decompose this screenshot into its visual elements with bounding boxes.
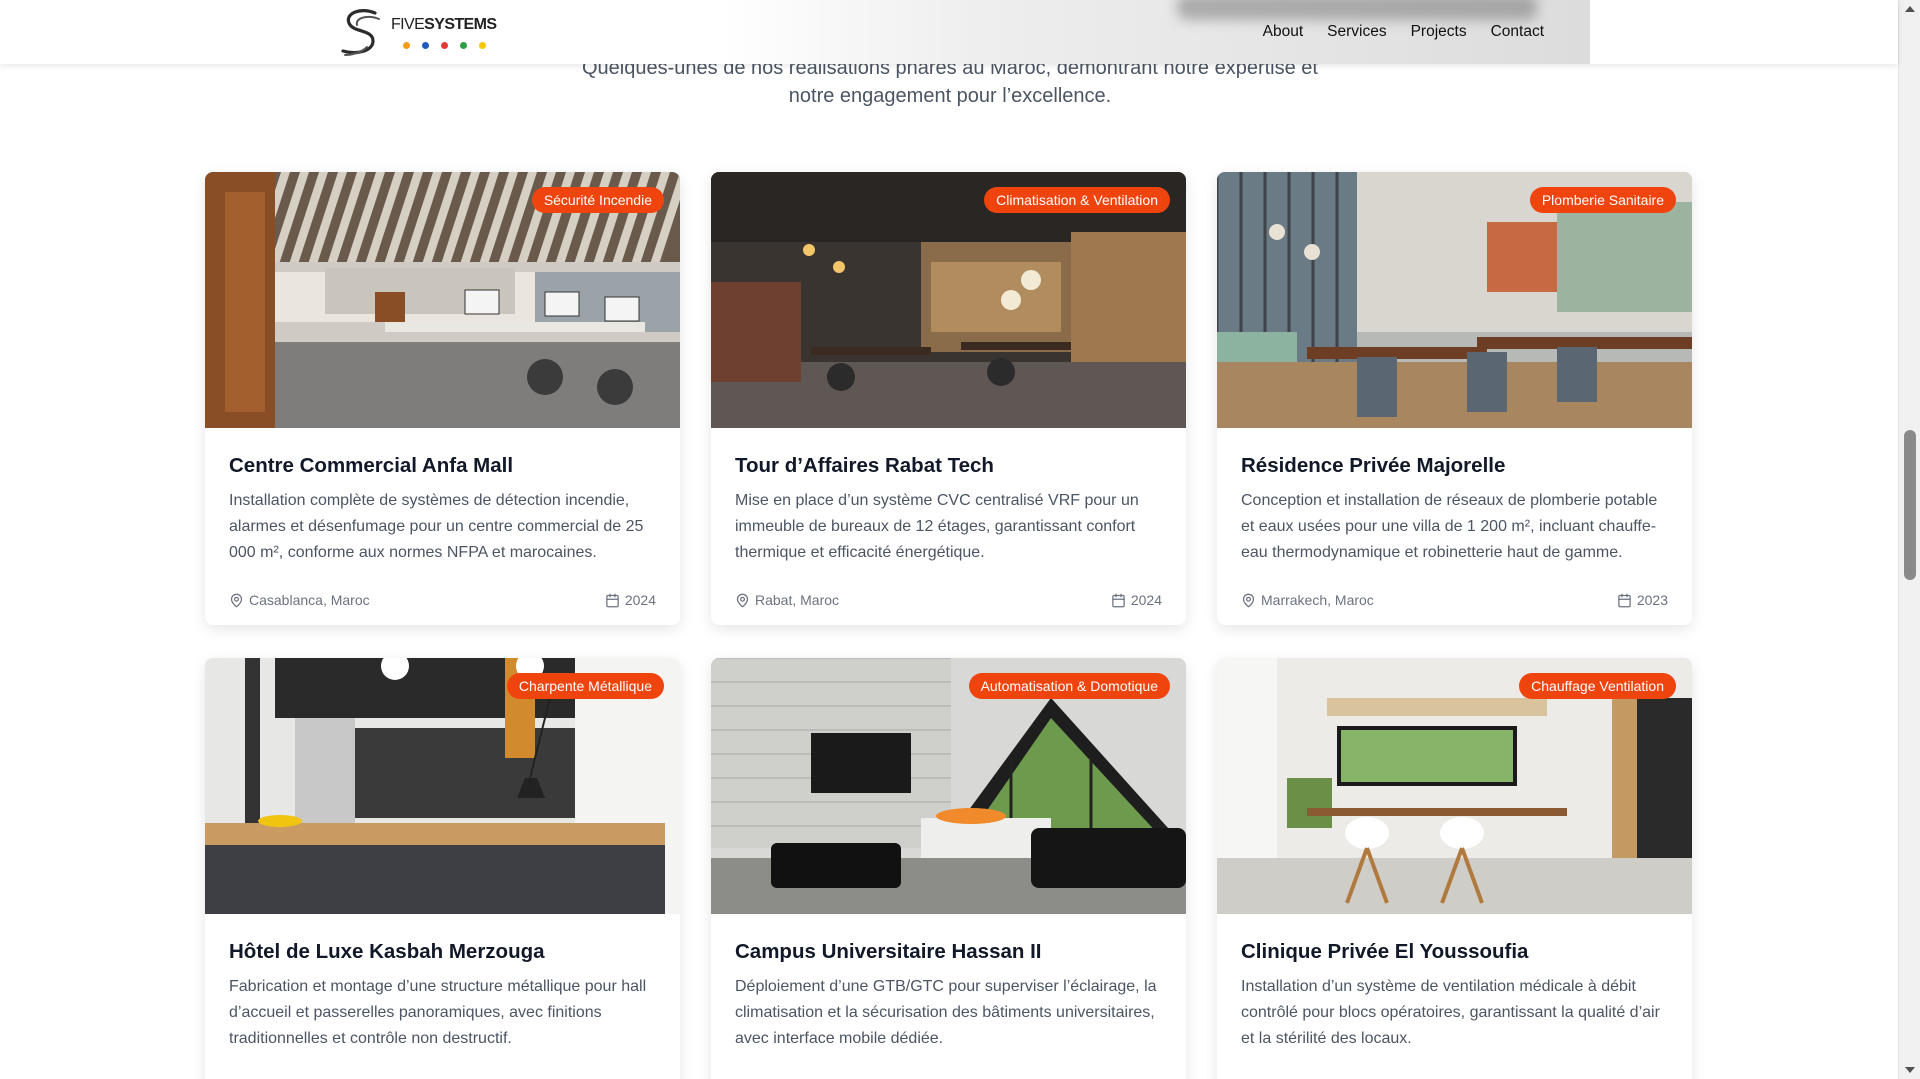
brand-name-bold: SYSTEMS: [424, 16, 497, 33]
card-body: Résidence Privée Majorelle Conception et…: [1217, 428, 1692, 608]
project-card-2[interactable]: Climatisation & Ventilation Tour d’Affai…: [711, 172, 1186, 625]
brand-dot-5: [479, 42, 486, 49]
project-year: 2024: [605, 592, 656, 608]
brand-name: FIVESYSTEMS: [391, 16, 497, 34]
project-card-4[interactable]: Charpente Métallique Hôtel de Luxe Kasba…: [205, 658, 680, 1079]
project-description: Fabrication et montage d’une structure m…: [229, 978, 647, 1047]
location-text: Rabat, Maroc: [755, 592, 840, 608]
map-pin-icon: [230, 593, 243, 607]
card-body: Hôtel de Luxe Kasbah Merzouga Fabricatio…: [205, 914, 680, 1079]
project-title: Résidence Privée Majorelle: [1241, 454, 1506, 477]
project-location: Casablanca, Maroc: [229, 592, 370, 608]
project-card-5[interactable]: Automatisation & Domotique Campus Univer…: [711, 658, 1186, 1079]
calendar-icon: [606, 593, 619, 607]
card-body: Centre Commercial Anfa Mall Installation…: [205, 428, 680, 608]
scroll-down-arrow-icon[interactable]: [1905, 1067, 1915, 1073]
project-image: Plomberie Sanitaire: [1217, 172, 1692, 428]
project-card-1[interactable]: Sécurité Incendie Centre Commercial Anfa…: [205, 172, 680, 625]
project-meta: Casablanca, Maroc 2024: [229, 592, 656, 608]
nav-contact[interactable]: Contact: [1491, 23, 1544, 41]
projects-grid: Sécurité Incendie Centre Commercial Anfa…: [205, 172, 1693, 1079]
map-pin-icon: [736, 593, 749, 607]
calendar-icon: [1112, 593, 1125, 607]
card-body: Clinique Privée El Youssoufia Installati…: [1217, 914, 1692, 1079]
scroll-up-arrow-icon[interactable]: [1905, 6, 1915, 12]
project-meta: Rabat, Maroc 2024: [735, 592, 1162, 608]
card-body: Campus Universitaire Hassan II Déploieme…: [711, 914, 1186, 1079]
brand-dot-3: [441, 42, 448, 49]
project-location: Rabat, Maroc: [735, 592, 839, 608]
main-nav: About Services Projects Contact: [1263, 0, 1544, 64]
year-text: 2024: [624, 592, 656, 608]
brand-dot-4: [460, 42, 467, 49]
project-image: Chauffage Ventilation: [1217, 658, 1692, 914]
category-badge: Sécurité Incendie: [531, 187, 664, 213]
project-image: Climatisation & Ventilation: [711, 172, 1186, 428]
header-container: FIVESYSTEMS About Services Projects Cont…: [322, 0, 1590, 64]
map-pin-icon: [1242, 593, 1255, 607]
nav-about[interactable]: About: [1263, 23, 1304, 41]
nav-services[interactable]: Services: [1327, 23, 1386, 41]
project-year: 2023: [1617, 592, 1668, 608]
category-badge: Charpente Métallique: [506, 673, 664, 699]
project-location: Marrakech, Maroc: [1241, 592, 1374, 608]
calendar-icon: [1618, 593, 1631, 607]
project-meta: Marrakech, Maroc 2023: [1241, 592, 1668, 608]
category-badge: Automatisation & Domotique: [968, 673, 1170, 699]
project-image: Sécurité Incendie: [205, 172, 680, 428]
page: Quelques-unes de nos réalisations phares…: [0, 0, 1920, 1079]
project-description: Déploiement d’une GTB/GTC pour supervise…: [735, 978, 1157, 1047]
project-title: Tour d’Affaires Rabat Tech: [735, 454, 994, 477]
project-year: 2024: [1111, 592, 1162, 608]
location-text: Marrakech, Maroc: [1261, 592, 1374, 608]
project-description: Mise en place d’un système CVC centralis…: [735, 492, 1139, 561]
year-text: 2023: [1636, 592, 1668, 608]
project-description: Installation d’un système de ventilation…: [1241, 978, 1660, 1047]
location-text: Casablanca, Maroc: [249, 592, 370, 608]
brand-dot-2: [422, 42, 429, 49]
category-badge: Plomberie Sanitaire: [1529, 187, 1676, 213]
project-card-6[interactable]: Chauffage Ventilation Clinique Privée El…: [1217, 658, 1692, 1079]
project-image: Automatisation & Domotique: [711, 658, 1186, 914]
nav-projects[interactable]: Projects: [1411, 23, 1467, 41]
brand-color-dots: [403, 42, 486, 49]
project-title: Clinique Privée El Youssoufia: [1241, 940, 1529, 963]
project-description: Installation complète de systèmes de dét…: [229, 492, 644, 561]
year-text: 2024: [1130, 592, 1162, 608]
project-title: Centre Commercial Anfa Mall: [229, 454, 514, 477]
section-subtitle-line-2: notre engagement pour l’excellence.: [788, 85, 1112, 107]
category-badge: Chauffage Ventilation: [1519, 673, 1676, 699]
project-title: Hôtel de Luxe Kasbah Merzouga: [229, 940, 545, 963]
brand-dot-1: [403, 42, 410, 49]
category-badge: Climatisation & Ventilation: [984, 187, 1170, 213]
brand-logo[interactable]: FIVESYSTEMS: [339, 7, 499, 59]
project-image: Charpente Métallique: [205, 658, 680, 914]
project-title: Campus Universitaire Hassan II: [735, 940, 1042, 963]
card-body: Tour d’Affaires Rabat Tech Mise en place…: [711, 428, 1186, 608]
project-description: Conception et installation de réseaux de…: [1241, 492, 1658, 561]
scrollbar-thumb[interactable]: [1904, 430, 1916, 580]
brand-name-light: FIVE: [391, 16, 425, 33]
project-card-3[interactable]: Plomberie Sanitaire Résidence Privée Maj…: [1217, 172, 1692, 625]
page-scrollbar[interactable]: [1898, 0, 1920, 1079]
site-header: FIVESYSTEMS About Services Projects Cont…: [0, 0, 1898, 64]
logo-s-mark-icon: [341, 9, 380, 56]
